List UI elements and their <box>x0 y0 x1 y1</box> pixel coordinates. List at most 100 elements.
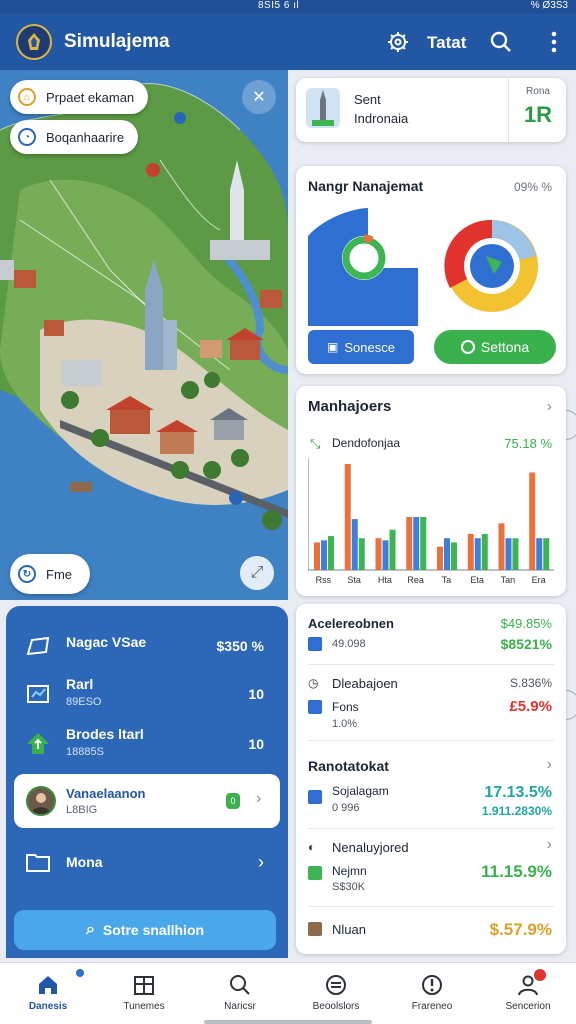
search-button-label: Sotre snallhion <box>102 922 205 938</box>
sonesce-button[interactable]: ▣ Sonesce <box>308 330 414 364</box>
active-row-subtitle: L8BIG <box>66 804 98 816</box>
panel-row-3[interactable]: Brodes ltarl 18885S 10 <box>6 720 288 772</box>
bar-Eta-s0 <box>467 533 474 570</box>
chip-prpaet-ekaman[interactable]: ⌂ Prpaet ekaman <box>10 80 149 114</box>
panel-active-row[interactable]: Vanaelaanon L8BIG 0 › <box>14 774 280 828</box>
location-stat-label: Rona <box>526 86 550 97</box>
chevron-right-icon: › <box>256 790 262 807</box>
bar-Hta-s0 <box>375 538 382 570</box>
search-icon: ⌕ <box>85 921 95 938</box>
management-percent: 09% % <box>513 180 552 194</box>
panel-row-2[interactable]: Rarl 89ESO 10 <box>6 670 288 722</box>
edge-handle[interactable] <box>566 690 576 720</box>
nav-label: Frareneo <box>411 1001 453 1012</box>
chevron-right-icon[interactable]: › <box>547 836 552 854</box>
x-tick-label: Rea <box>407 575 424 585</box>
action-label[interactable]: Tatat <box>427 33 466 53</box>
chip-boqanhaarire[interactable]: ◔ Boqanhaarire <box>10 120 139 154</box>
location-card[interactable]: Sent Indronaia Rona 1R <box>296 78 566 142</box>
status-indicators: % Ø3S3 <box>530 0 568 11</box>
nav-tunemes[interactable]: Tunemes <box>96 963 192 1024</box>
panel-row-value: 10 <box>248 686 264 702</box>
bar-Era-s1 <box>536 538 543 570</box>
status-time: 8SI5 6 ıl <box>258 0 300 11</box>
bar-chart: Rss Sta Hta Rea Ta Eta Tan Era <box>308 458 554 585</box>
nav-beoolslors[interactable]: Beoolslors <box>288 963 384 1024</box>
chevron-right-icon: › <box>258 852 264 872</box>
pin-icon: ⌂ <box>18 88 36 106</box>
bar-Tan-s0 <box>498 523 505 570</box>
chip-label: Boqanhaarire <box>46 129 125 145</box>
nav-frareneo[interactable]: Frareneo <box>384 963 480 1024</box>
bar-Ta-s0 <box>437 546 443 570</box>
account-row-title: Acelereobnen <box>308 616 394 631</box>
app-bar: Simulajema Tatat <box>0 14 576 70</box>
house-up-icon <box>27 733 49 754</box>
panel-row-title: Brodes ltarl <box>66 726 144 742</box>
panel-row-value: 10 <box>248 736 264 752</box>
bar-Era-s2 <box>543 538 550 570</box>
money-icon <box>308 866 322 880</box>
panel-row-1[interactable]: Nagac VSae $350 % <box>6 622 288 674</box>
logo-emblem-icon[interactable] <box>16 24 52 60</box>
clock-icon: ◷ <box>308 676 319 690</box>
nav-home[interactable]: Danesis <box>0 963 96 1024</box>
account-row-value2: 1.911.2830% <box>481 804 552 818</box>
close-map-button[interactable]: ✕ <box>242 80 276 114</box>
bar-Tan-s1 <box>505 538 512 570</box>
panel-row-value: $350 % <box>216 638 264 654</box>
chevron-right-icon[interactable]: › <box>547 398 552 416</box>
panel-folder-row[interactable]: Mona › <box>6 838 288 890</box>
avatar <box>26 786 56 816</box>
gear-icon[interactable] <box>384 28 412 56</box>
edge-handle[interactable] <box>566 410 576 440</box>
nav-sencerion[interactable]: Sencerion <box>480 963 576 1024</box>
chip-refresh[interactable]: ↻ Fme <box>10 554 90 594</box>
panel-row-title: Mona <box>66 854 103 870</box>
management-card: Nangr Nanajemat 09% % ▣ Sonesce Settona <box>296 166 566 374</box>
nav-naricsr[interactable]: Naricsr <box>192 963 288 1024</box>
alert-icon <box>418 971 446 999</box>
nav-label: Beoolslors <box>312 1001 360 1012</box>
bar-Ta-s1 <box>444 538 450 570</box>
location-name: Sent <box>354 92 381 107</box>
notification-badge <box>74 967 86 979</box>
status-bar: 8SI5 6 ıl % Ø3S3 <box>0 0 576 14</box>
bar-Rea-s0 <box>406 517 413 570</box>
account-row-subvalue: £5.9% <box>509 698 552 715</box>
x-tick-label: Rss <box>316 575 332 585</box>
panel-row-subtitle: 89ESO <box>66 696 102 708</box>
settona-button[interactable]: Settona <box>434 330 556 364</box>
account-row-sub: 0 996 <box>332 802 360 814</box>
city-map[interactable]: ⌂ Prpaet ekaman ◔ Boqanhaarire ✕ ↻ Fme ⤢ <box>0 70 288 600</box>
bar-Sta-s2 <box>358 538 365 570</box>
chat-bubble-icon <box>26 636 50 656</box>
account-row-value: 11.15.9% <box>481 862 552 881</box>
location-stat-value: 1R <box>523 102 553 127</box>
locate-button[interactable]: ⤢ <box>240 556 274 590</box>
management-graphic <box>308 208 538 326</box>
chart-board-icon <box>27 685 49 703</box>
search-icon[interactable] <box>487 28 515 56</box>
clock-icon: ◔ <box>18 128 36 146</box>
app-title: Simulajema <box>64 31 170 52</box>
bar-Rea-s1 <box>413 517 420 570</box>
account-row-value: $.57.9% <box>489 920 552 939</box>
search-icon <box>226 971 254 999</box>
account-row-value: S.836% <box>509 676 552 690</box>
location-region: Indronaia <box>354 111 409 126</box>
more-icon[interactable] <box>540 28 568 56</box>
divider <box>308 740 554 741</box>
monument-icon <box>306 88 340 128</box>
chevron-right-icon[interactable]: › <box>547 756 552 774</box>
nav-label: Naricsr <box>224 1001 256 1012</box>
card-icon: ▣ <box>327 340 339 354</box>
home-indicator[interactable] <box>204 1020 372 1024</box>
x-tick-label: Era <box>532 575 546 585</box>
bar-card-subtitle: Dendofonjaa <box>332 436 401 450</box>
sonesce-label: Sonesce <box>344 339 395 355</box>
bar-Rea-s2 <box>420 517 427 570</box>
side-panel: Nagac VSae $350 % Rarl 89ESO 10 Brodes l… <box>6 606 288 958</box>
bar-chart-card: Manhajoers › ⤡ Dendofonjaa 75.18 % Rss St… <box>296 386 566 596</box>
search-button[interactable]: ⌕ Sotre snallhion <box>14 910 276 950</box>
